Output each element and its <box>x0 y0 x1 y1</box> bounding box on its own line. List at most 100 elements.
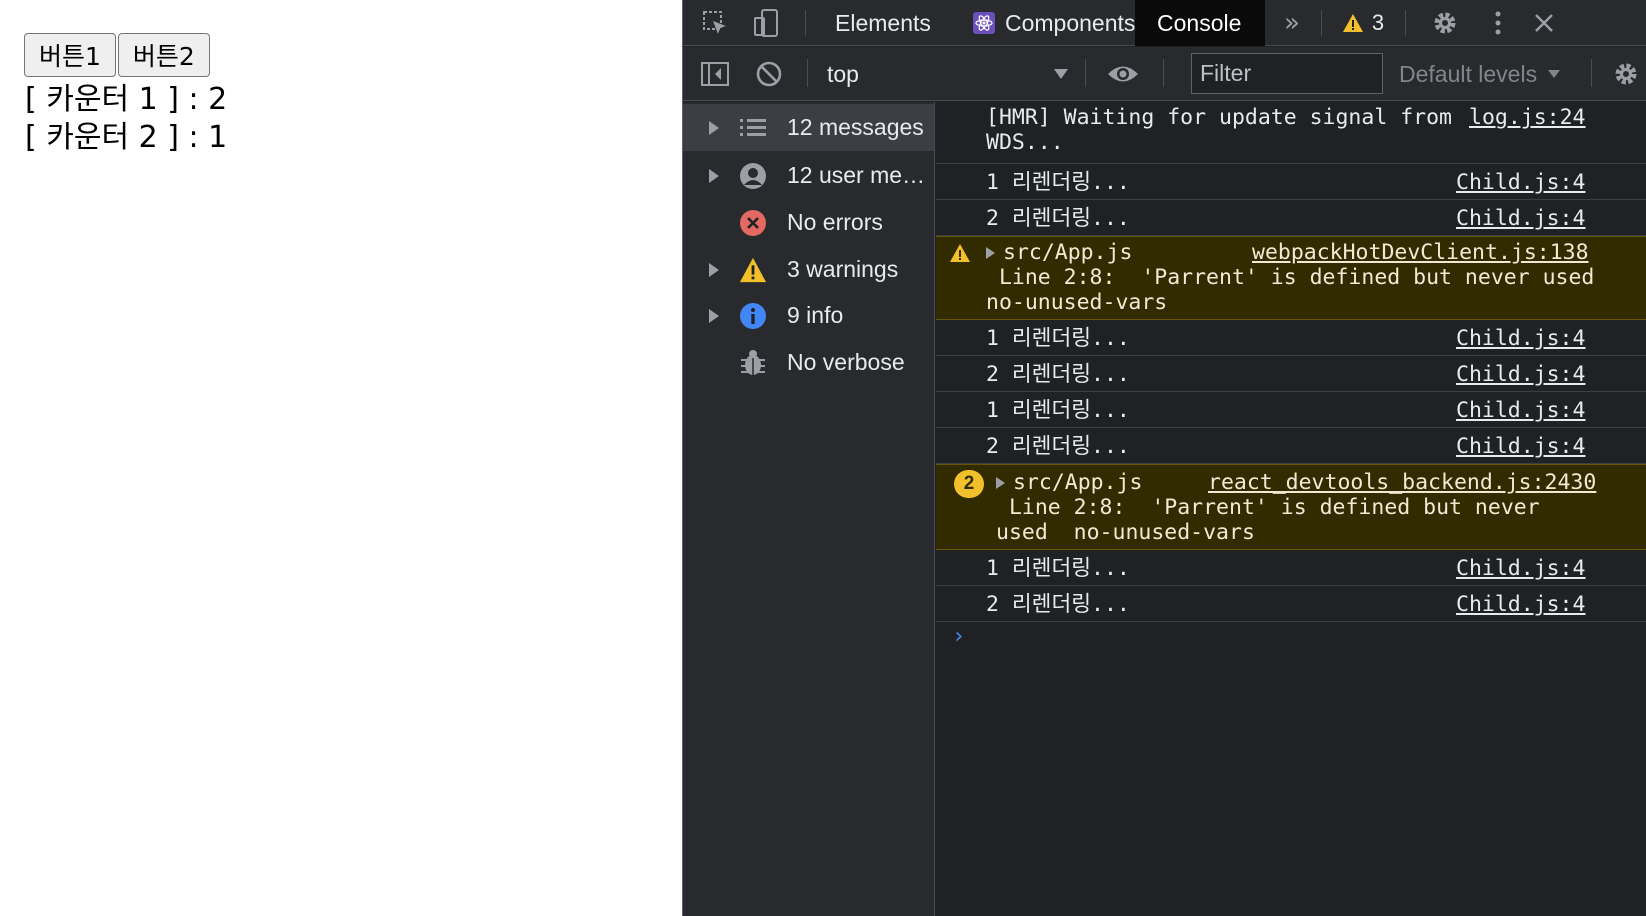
sidebar-item-user-messages[interactable]: 12 user me… <box>683 152 934 199</box>
message-text: 1 리렌더링... <box>986 170 1130 195</box>
dropdown-arrow-icon <box>1548 70 1561 78</box>
tab-components[interactable]: Components <box>951 0 1157 46</box>
console-message: 2 리렌더링... Child.js:4 <box>936 586 1646 622</box>
filter-input[interactable] <box>1191 53 1383 94</box>
warning-count: 3 <box>1371 10 1385 35</box>
message-text: 1 리렌더링... <box>986 326 1130 351</box>
message-text: 1 리렌더링... <box>986 398 1130 423</box>
sidebar-item-label: No errors <box>787 209 883 235</box>
divider <box>807 59 808 87</box>
message-detail: Line 2:8: 'Parrent' is defined but never… <box>986 265 1595 315</box>
console-message: 2 리렌더링... Child.js:4 <box>936 428 1646 464</box>
sidebar-item-verbose[interactable]: No verbose <box>683 339 934 386</box>
app-page: 버튼1 버튼2 [ 카운터 1 ] : 2 [ 카운터 2 ] : 1 <box>0 0 682 916</box>
console-warning-message[interactable]: 2 src/App.js Line 2:8: 'Parrent' is defi… <box>936 464 1646 550</box>
user-icon <box>739 162 767 190</box>
kebab-menu-icon[interactable] <box>1483 0 1513 46</box>
repeat-count-badge: 2 <box>954 470 984 498</box>
sidebar-item-label: 12 messages <box>787 114 924 140</box>
console-message: 1 리렌더링... Child.js:4 <box>936 320 1646 356</box>
message-source-link[interactable]: Child.js:4 <box>1456 556 1585 581</box>
sidebar-item-label: 3 warnings <box>787 256 899 282</box>
counter-2-text: [ 카운터 2 ] : 1 <box>25 120 228 155</box>
warnings-counter[interactable]: 3 <box>1333 0 1393 46</box>
message-detail: Line 2:8: 'Parrent' is defined but never… <box>996 495 1540 545</box>
error-icon <box>739 209 767 237</box>
divider <box>805 10 806 36</box>
message-source-link[interactable]: log.js:24 <box>1469 105 1586 130</box>
console-prompt-icon[interactable]: › <box>952 624 965 649</box>
sidebar-item-warnings[interactable]: 3 warnings <box>683 246 934 293</box>
expand-arrow-icon[interactable] <box>986 247 995 259</box>
message-file: src/App.js <box>1013 470 1143 495</box>
message-file: src/App.js <box>1003 240 1133 265</box>
devtools-tabbar: Elements Components Console » 3 <box>683 0 1646 46</box>
message-text: 2 리렌더링... <box>986 362 1130 387</box>
expand-arrow-icon[interactable] <box>996 477 1005 489</box>
console-sidebar: 12 messages 12 user me… No errors 3 warn… <box>683 102 935 916</box>
log-levels-dropdown[interactable]: Default levels <box>1399 47 1561 101</box>
tab-elements[interactable]: Elements <box>813 0 953 46</box>
bug-icon <box>739 349 767 377</box>
message-source-link[interactable]: Child.js:4 <box>1456 362 1585 387</box>
message-source-link[interactable]: webpackHotDevClient.js:138 <box>1252 240 1589 265</box>
expand-arrow-icon <box>709 262 719 277</box>
gear-icon[interactable] <box>1427 0 1463 46</box>
message-text: src/App.js <box>996 470 1142 495</box>
tab-components-label: Components <box>1005 9 1136 36</box>
expand-arrow-icon <box>709 168 719 183</box>
eye-icon[interactable] <box>1103 47 1143 101</box>
button-row: 버튼1 버튼2 <box>24 33 212 77</box>
inspect-element-icon[interactable] <box>697 0 733 46</box>
chevron-double-right-icon[interactable]: » <box>1277 0 1307 46</box>
message-text: 2 리렌더링... <box>986 434 1130 459</box>
message-text: src/App.js <box>986 240 1132 265</box>
console-message: 1 리렌더링... Child.js:4 <box>936 164 1646 200</box>
dropdown-arrow-icon <box>1054 69 1068 79</box>
console-warning-message[interactable]: src/App.js Line 2:8: 'Parrent' is define… <box>936 236 1646 320</box>
divider <box>1405 10 1406 36</box>
console-message: 1 리렌더링... Child.js:4 <box>936 550 1646 586</box>
sidebar-item-info[interactable]: 9 info <box>683 292 934 339</box>
console-settings-gear-icon[interactable] <box>1609 47 1643 101</box>
log-levels-label: Default levels <box>1399 60 1538 87</box>
info-icon <box>739 302 767 330</box>
button-2[interactable]: 버튼2 <box>117 33 210 77</box>
message-source-link[interactable]: Child.js:4 <box>1456 592 1585 617</box>
warning-icon <box>739 256 767 284</box>
message-source-link[interactable]: Child.js:4 <box>1456 398 1585 423</box>
context-select[interactable]: top <box>827 47 1068 101</box>
close-icon[interactable] <box>1529 0 1559 46</box>
message-source-link[interactable]: Child.js:4 <box>1456 326 1585 351</box>
message-source-link[interactable]: Child.js:4 <box>1456 206 1585 231</box>
message-text: [HMR] Waiting for update signal from WDS… <box>986 105 1452 155</box>
warning-icon <box>1342 14 1363 32</box>
sidebar-item-messages[interactable]: 12 messages <box>683 104 934 151</box>
console-message: 2 리렌더링... Child.js:4 <box>936 356 1646 392</box>
devtools-panel: Elements Components Console » 3 top Filt… <box>682 0 1646 916</box>
divider <box>1163 59 1164 87</box>
console-message: 2 리렌더링... Child.js:4 <box>936 200 1646 236</box>
button-1[interactable]: 버튼1 <box>24 33 116 77</box>
sidebar-item-errors[interactable]: No errors <box>683 199 934 246</box>
console-output: [HMR] Waiting for update signal from WDS… <box>936 102 1646 916</box>
console-message: 1 리렌더링... Child.js:4 <box>936 392 1646 428</box>
sidebar-item-label: 12 user me… <box>787 162 926 188</box>
divider <box>1321 10 1322 36</box>
message-text: 2 리렌더링... <box>986 592 1130 617</box>
console-message: [HMR] Waiting for update signal from WDS… <box>936 102 1646 164</box>
device-toolbar-icon[interactable] <box>749 0 785 46</box>
divider <box>1085 59 1086 87</box>
tab-console[interactable]: Console <box>1135 0 1265 46</box>
clear-console-icon[interactable] <box>751 47 787 101</box>
message-source-link[interactable]: react_devtools_backend.js:2430 <box>1208 470 1596 495</box>
context-value: top <box>827 60 859 87</box>
list-icon <box>739 114 767 142</box>
sidebar-item-label: 9 info <box>787 302 844 328</box>
react-icon <box>973 12 995 34</box>
console-toolbar: top Default levels <box>683 47 1646 101</box>
message-text: 2 리렌더링... <box>986 206 1130 231</box>
message-source-link[interactable]: Child.js:4 <box>1456 170 1585 195</box>
message-source-link[interactable]: Child.js:4 <box>1456 434 1585 459</box>
sidebar-toggle-icon[interactable] <box>697 47 733 101</box>
